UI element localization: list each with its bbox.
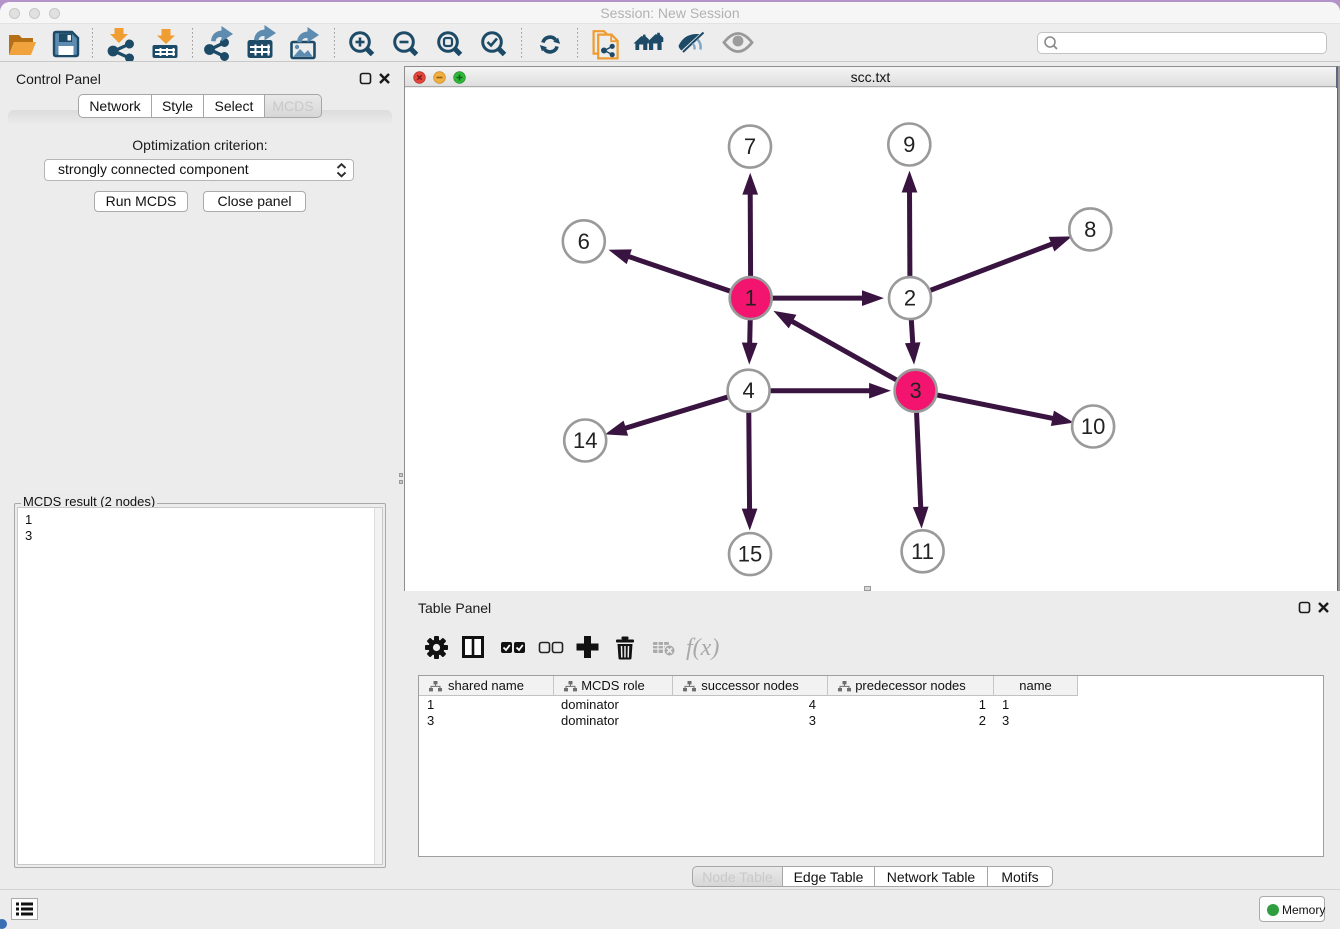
svg-text:11: 11 xyxy=(911,539,934,564)
svg-text:14: 14 xyxy=(573,428,597,453)
svg-text:10: 10 xyxy=(1081,414,1105,439)
svg-text:6: 6 xyxy=(578,229,590,254)
svg-text:3: 3 xyxy=(909,378,921,403)
svg-text:4: 4 xyxy=(742,378,754,403)
svg-text:1: 1 xyxy=(745,286,757,311)
svg-text:15: 15 xyxy=(738,542,762,567)
svg-text:7: 7 xyxy=(744,134,756,159)
svg-text:9: 9 xyxy=(903,132,915,157)
svg-text:f(x): f(x) xyxy=(686,635,719,661)
svg-text:2: 2 xyxy=(904,286,916,311)
svg-text:8: 8 xyxy=(1084,217,1096,242)
